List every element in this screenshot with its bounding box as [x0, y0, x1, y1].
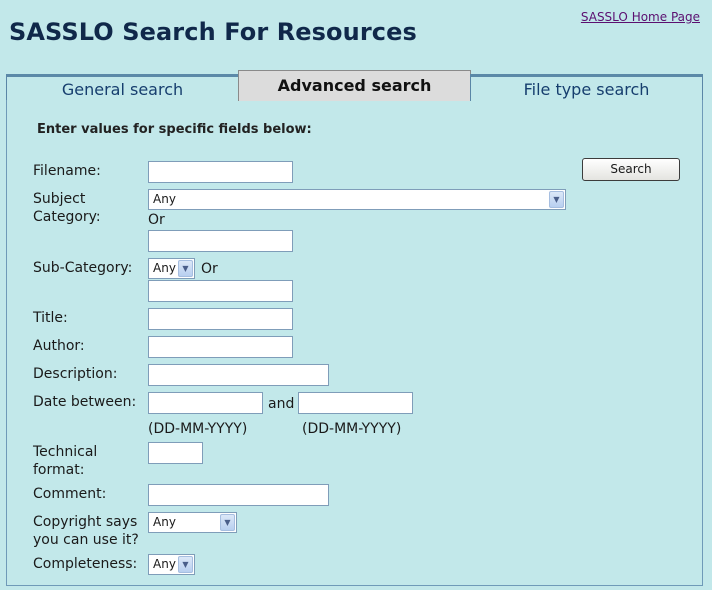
subject-or-text: Or [148, 212, 165, 228]
comment-label: Comment: [33, 486, 107, 502]
search-button[interactable]: Search [582, 158, 680, 181]
comment-input[interactable] [148, 484, 329, 506]
filename-input[interactable] [148, 161, 293, 183]
home-page-link[interactable]: SASSLO Home Page [581, 10, 700, 24]
date-between-label: Date between: [33, 394, 137, 410]
chevron-down-icon: ▼ [549, 191, 564, 208]
copyright-label-line2: you can use it? [33, 532, 139, 548]
chevron-down-icon: ▼ [178, 260, 193, 277]
form-intro: Enter values for specific fields below: [37, 122, 312, 137]
completeness-value: Any [153, 557, 176, 571]
format-label: format: [33, 462, 85, 478]
filename-label: Filename: [33, 163, 101, 179]
tab-general-search[interactable]: General search [6, 74, 239, 101]
subject-label: Subject [33, 191, 86, 207]
date-from-input[interactable] [148, 392, 263, 414]
date-from-format-hint: (DD-MM-YYYY) [148, 421, 248, 437]
copyright-value: Any [153, 515, 176, 529]
subject-category-value: Any [153, 192, 176, 206]
completeness-label: Completeness: [33, 556, 138, 572]
page-title: SASSLO Search For Resources [9, 18, 417, 46]
chevron-down-icon: ▼ [220, 514, 235, 531]
tab-advanced-search[interactable]: Advanced search [238, 70, 471, 101]
subcategory-label: Sub-Category: [33, 260, 133, 276]
subject-category-select[interactable]: Any ▼ [148, 189, 566, 210]
subcategory-value: Any [153, 261, 176, 275]
title-label: Title: [33, 310, 68, 326]
subcategory-or-text: Or [201, 261, 218, 277]
completeness-select[interactable]: Any ▼ [148, 554, 195, 575]
subcategory-other-input[interactable] [148, 280, 293, 302]
date-and-text: and [268, 396, 295, 412]
copyright-select[interactable]: Any ▼ [148, 512, 237, 533]
chevron-down-icon: ▼ [178, 556, 193, 573]
technical-label: Technical [33, 444, 98, 460]
date-to-format-hint: (DD-MM-YYYY) [302, 421, 402, 437]
description-input[interactable] [148, 364, 329, 386]
subcategory-select[interactable]: Any ▼ [148, 258, 195, 279]
author-label: Author: [33, 338, 85, 354]
author-input[interactable] [148, 336, 293, 358]
search-tabs: General search Advanced search File type… [6, 70, 703, 101]
copyright-label: Copyright says [33, 514, 138, 530]
category-label: Category: [33, 209, 101, 225]
title-input[interactable] [148, 308, 293, 330]
tab-file-type-search[interactable]: File type search [470, 74, 703, 101]
subject-other-input[interactable] [148, 230, 293, 252]
date-to-input[interactable] [298, 392, 413, 414]
description-label: Description: [33, 366, 118, 382]
technical-format-input[interactable] [148, 442, 203, 464]
